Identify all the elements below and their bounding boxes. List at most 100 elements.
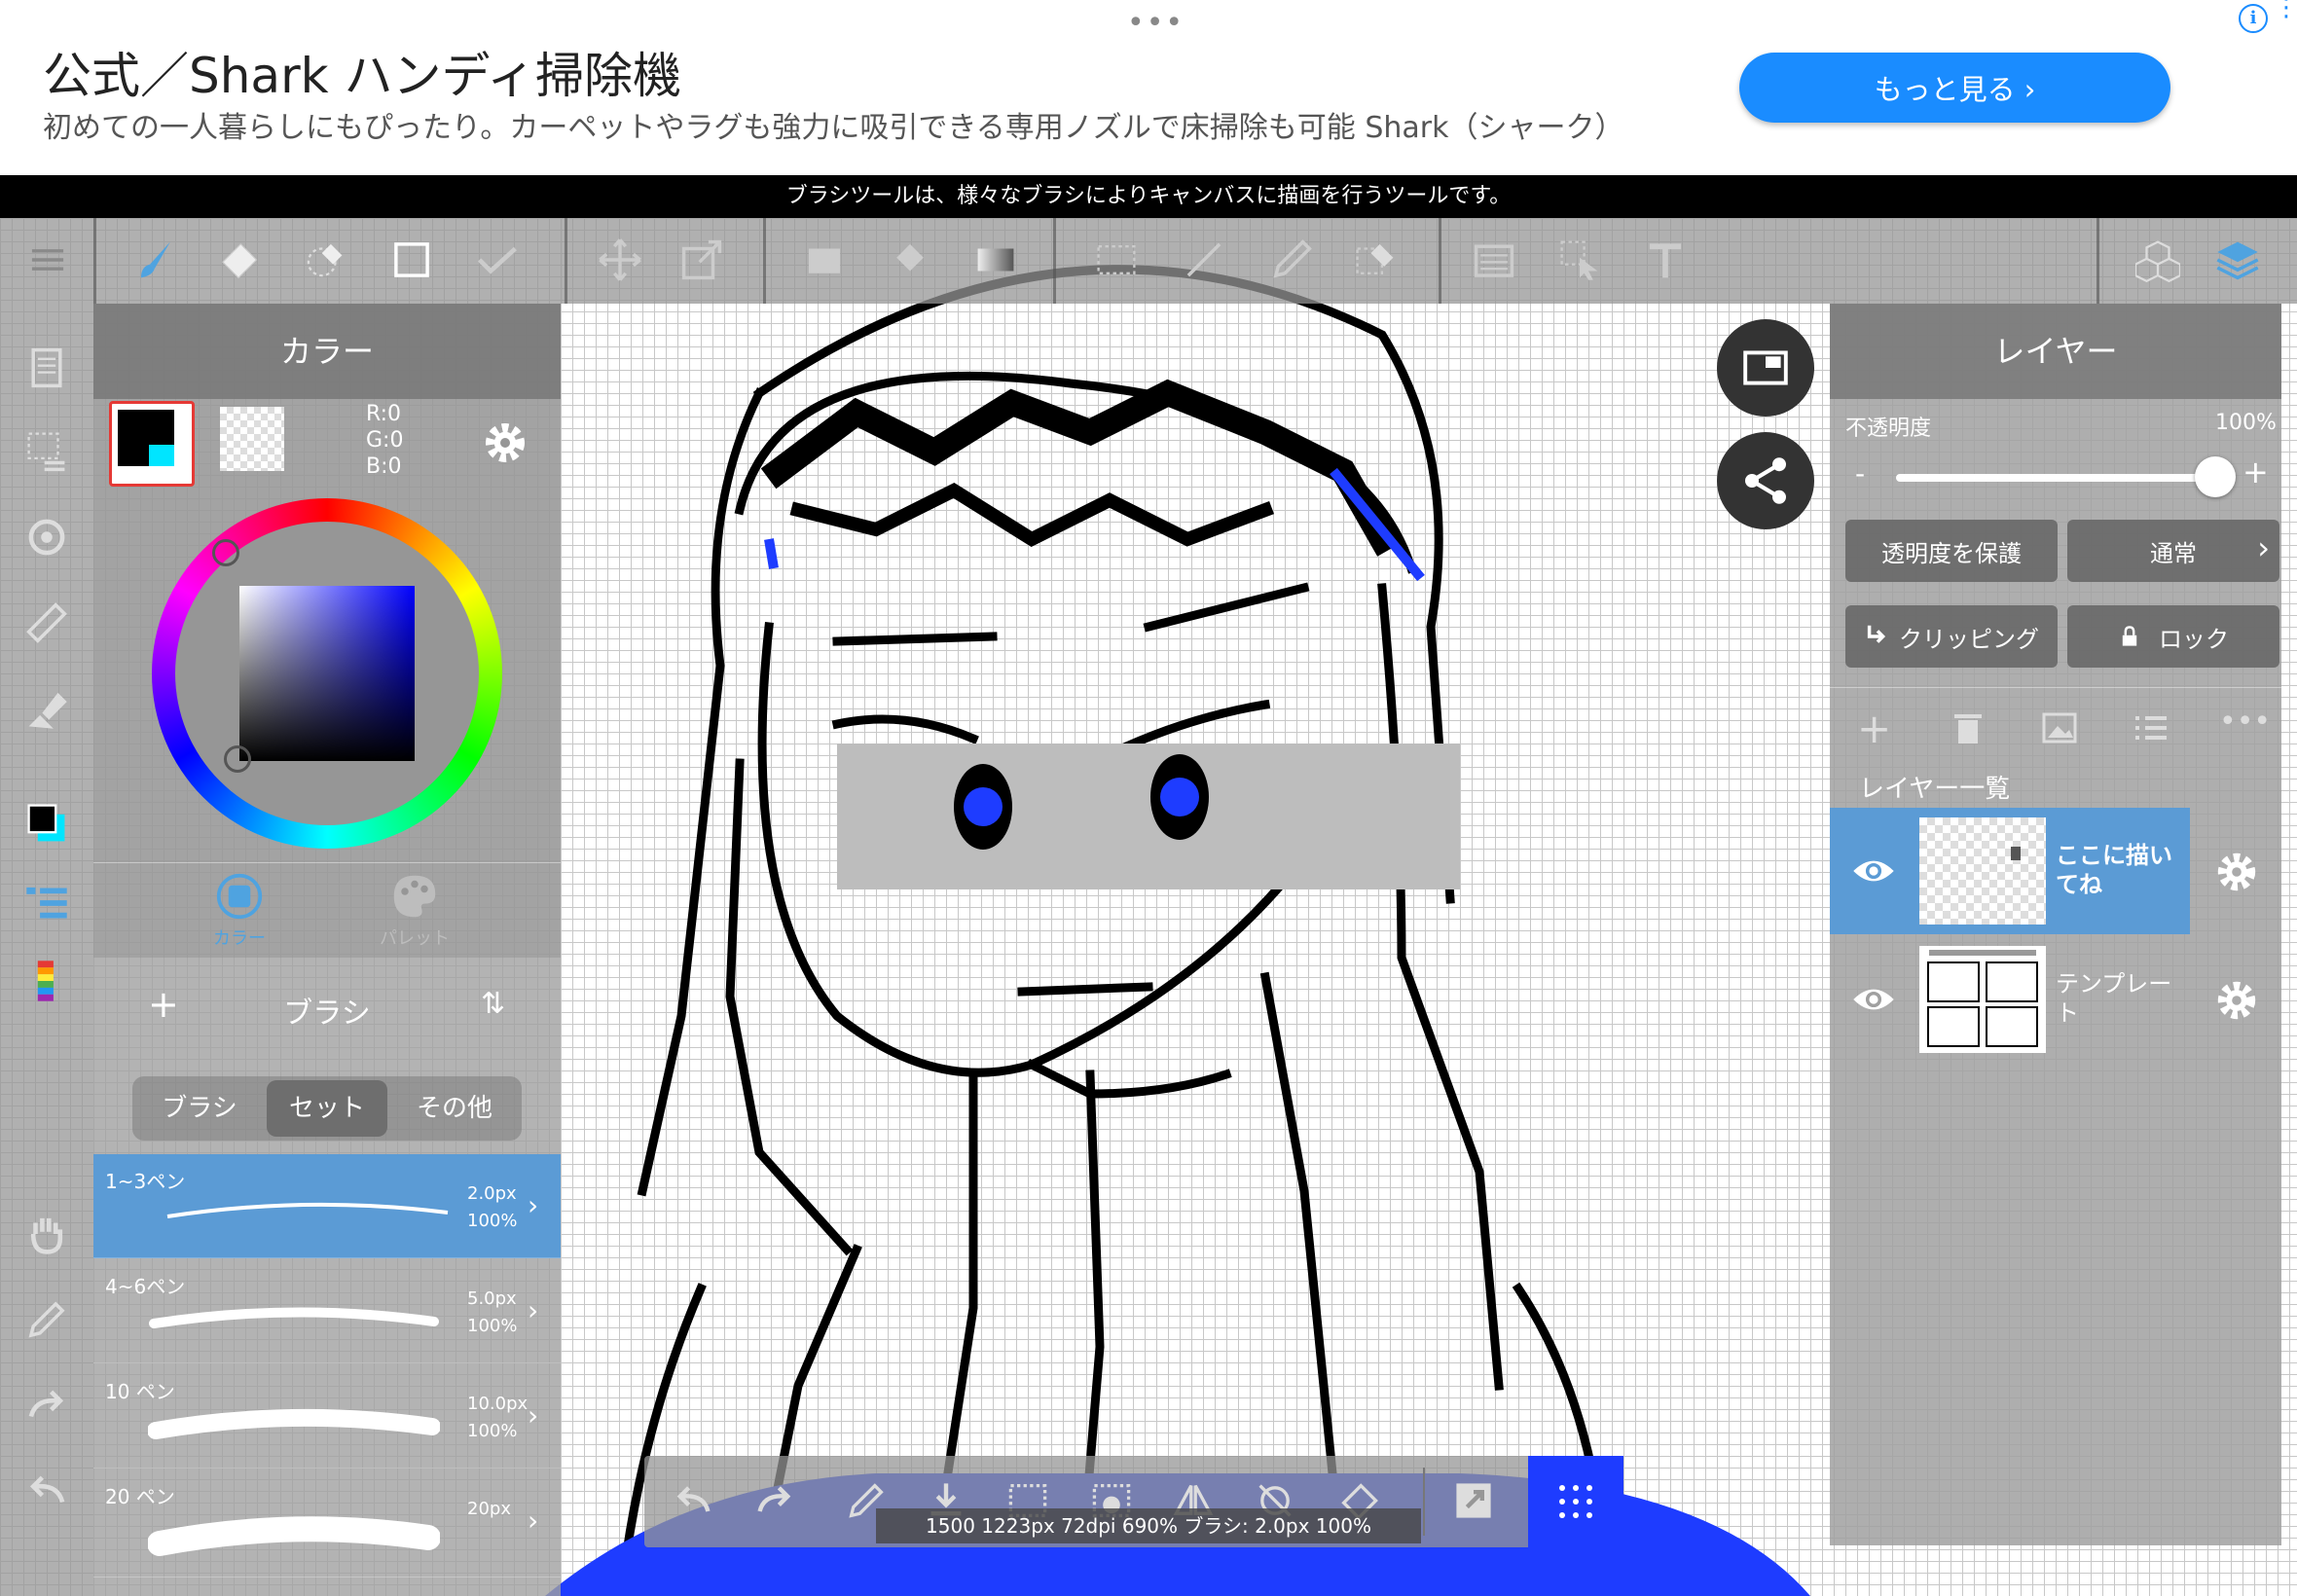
- ad-info-icon[interactable]: i: [2239, 4, 2268, 33]
- ruler-icon[interactable]: [21, 598, 72, 648]
- toolbar-divider: [93, 218, 96, 304]
- brush-stroke-preview: [148, 1408, 440, 1439]
- share-button[interactable]: [1717, 432, 1814, 529]
- frame-tool-icon[interactable]: [1468, 234, 1520, 286]
- selection-eraser-icon-2[interactable]: [1349, 234, 1402, 286]
- lock-button[interactable]: ロック: [2067, 605, 2279, 668]
- thumbnail-frame: [1986, 961, 2038, 1002]
- layer-thumbnail: [1919, 946, 2046, 1053]
- text-tool-icon[interactable]: [1639, 234, 1692, 286]
- segment-brush[interactable]: ブラシ: [136, 1080, 263, 1137]
- ad-more-button[interactable]: もっと見る ›: [1739, 53, 2170, 123]
- segment-other[interactable]: その他: [391, 1080, 518, 1137]
- palette-strip-icon[interactable]: [21, 956, 72, 1006]
- chevron-right-icon[interactable]: ›: [528, 1399, 538, 1432]
- toolbar-divider: [1423, 1468, 1425, 1536]
- brush-tool-icon[interactable]: [130, 234, 183, 286]
- opacity-slider-track[interactable]: [1896, 474, 2215, 482]
- transparent-color-swatch[interactable]: [220, 407, 284, 471]
- delete-layer-icon[interactable]: [1949, 708, 1987, 751]
- brush-size: 5.0px: [467, 1288, 517, 1309]
- layer-image-icon[interactable]: [2040, 708, 2079, 751]
- add-layer-icon[interactable]: +: [1857, 705, 1891, 752]
- left-rail: [0, 304, 93, 1596]
- lasso-tool-icon[interactable]: [1178, 234, 1230, 286]
- layer-list-icon[interactable]: [2132, 708, 2170, 751]
- brush-list-icon[interactable]: [21, 878, 72, 928]
- bucket-tool-icon[interactable]: [884, 234, 936, 286]
- selection-pen-icon[interactable]: [1265, 234, 1318, 286]
- transform-tool-icon[interactable]: [675, 234, 728, 286]
- chevron-right-icon[interactable]: ›: [528, 1189, 538, 1221]
- redo-icon[interactable]: [21, 1380, 72, 1431]
- undo-icon[interactable]: [670, 1477, 716, 1524]
- brush-panel: + ブラシ ⇅ ブラシ セット その他 1~3ペン 2.0px 100% › 4…: [93, 958, 561, 1596]
- color-settings-gear-icon[interactable]: [481, 418, 529, 467]
- layers-icon[interactable]: [2211, 234, 2264, 286]
- undo-icon[interactable]: [21, 1466, 72, 1516]
- rectangle-tool-icon[interactable]: [385, 234, 438, 286]
- more-options-icon[interactable]: •••: [2219, 705, 2271, 739]
- saturation-value-square[interactable]: [239, 586, 415, 761]
- brush-opacity: 100%: [467, 1316, 518, 1336]
- ad-more-dots[interactable]: •••: [1127, 6, 1185, 40]
- materials-icon[interactable]: [2132, 234, 2184, 286]
- brush-opacity: 100%: [467, 1421, 518, 1441]
- brush-row[interactable]: 10 ペン 10.0px 100% ›: [93, 1364, 561, 1469]
- sort-brush-icon[interactable]: ⇅: [481, 987, 505, 1021]
- ad-menu-icon[interactable]: ⋮: [2274, 0, 2297, 20]
- grid-toggle-button[interactable]: [1528, 1456, 1623, 1547]
- value-handle[interactable]: [224, 745, 251, 773]
- canvas-status-bar: 1500 1223px 72dpi 690% ブラシ: 2.0px 100%: [876, 1508, 1421, 1543]
- ad-banner[interactable]: ••• 公式／Shark ハンディ掃除機 初めての一人暮らしにもぴったり。カーペ…: [0, 0, 2297, 175]
- eraser-tool-icon[interactable]: [212, 234, 265, 286]
- external-link-icon[interactable]: [1450, 1477, 1497, 1524]
- tab-palette[interactable]: パレット: [356, 872, 473, 956]
- current-color-swatch[interactable]: [109, 401, 195, 487]
- operation-tool-icon[interactable]: [1553, 234, 1606, 286]
- ad-title[interactable]: 公式／Shark ハンディ掃除機: [43, 37, 681, 107]
- gradient-tool-icon[interactable]: [969, 234, 1022, 286]
- navigator-icon: [1743, 350, 1788, 385]
- hue-ring[interactable]: [152, 498, 502, 849]
- eyedropper-icon[interactable]: [21, 1294, 72, 1345]
- blend-mode-button[interactable]: 通常 ›: [2067, 520, 2279, 582]
- tab-color[interactable]: カラー: [181, 872, 298, 956]
- opacity-minus-button[interactable]: -: [1855, 457, 1865, 490]
- hue-handle[interactable]: [212, 539, 239, 566]
- redo-icon[interactable]: [751, 1477, 798, 1524]
- protect-alpha-button[interactable]: 透明度を保護: [1845, 520, 2058, 582]
- rotate-icon[interactable]: [21, 512, 72, 562]
- fill-tool-icon[interactable]: [798, 234, 851, 286]
- color-swatch-icon[interactable]: [21, 798, 72, 849]
- filter-icon[interactable]: [21, 683, 72, 734]
- segment-set[interactable]: セット: [267, 1080, 387, 1137]
- menu-icon[interactable]: [21, 234, 74, 286]
- brush-row[interactable]: 4~6ペン 5.0px 100% ›: [93, 1259, 561, 1363]
- toolbar-divider: [1439, 218, 1441, 304]
- brush-stroke-preview: [149, 1307, 439, 1328]
- color-panel: カラー R:0 G:0 B:0 カラー パレット: [93, 304, 561, 958]
- hand-tool-icon[interactable]: [21, 1209, 72, 1259]
- check-tool-icon[interactable]: [471, 234, 524, 286]
- select-tool-icon[interactable]: [1090, 234, 1143, 286]
- document-icon[interactable]: [21, 343, 72, 393]
- selection-eraser-icon[interactable]: [298, 234, 350, 286]
- opacity-slider-thumb[interactable]: [2195, 456, 2236, 497]
- chevron-right-icon[interactable]: ›: [528, 1505, 538, 1537]
- move-tool-icon[interactable]: [594, 234, 646, 286]
- opacity-plus-button[interactable]: +: [2242, 453, 2269, 490]
- brush-row[interactable]: 20 ペン 20px ›: [93, 1469, 561, 1578]
- visibility-eye-icon[interactable]: [1845, 977, 1902, 1026]
- selection-layer-icon[interactable]: [21, 426, 72, 477]
- visibility-eye-icon[interactable]: [1845, 849, 1902, 897]
- layer-settings-gear-icon[interactable]: [2213, 977, 2260, 1028]
- brush-stroke-preview: [166, 1202, 449, 1218]
- clipping-button[interactable]: クリッピング: [1845, 605, 2058, 668]
- layer-panel-title: レイヤー: [1830, 304, 2281, 399]
- brush-row[interactable]: 1~3ペン 2.0px 100% ›: [93, 1154, 561, 1258]
- brush-opacity: 100%: [467, 1211, 518, 1231]
- chevron-right-icon[interactable]: ›: [528, 1294, 538, 1326]
- navigator-button[interactable]: [1717, 319, 1814, 417]
- layer-settings-gear-icon[interactable]: [2213, 849, 2260, 899]
